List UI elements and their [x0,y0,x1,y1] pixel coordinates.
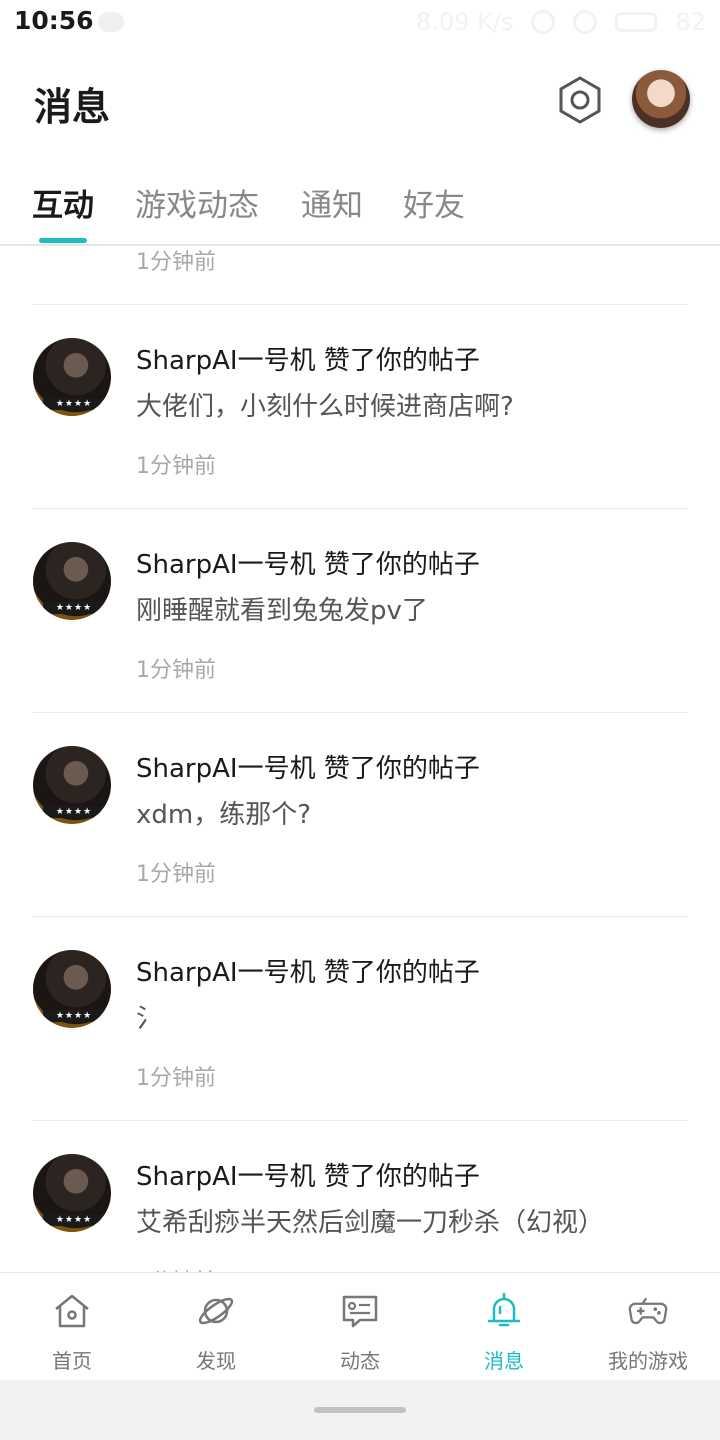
item-content: 艾希刮痧半天然后剑魔一刀秒杀（幻视） [136,1208,605,1238]
nav-discover-label: 发现 [196,1349,236,1373]
nav-my-games-label: 我的游戏 [608,1349,688,1373]
item-actor: SharpAI一号机 赞了你的帖子 [136,958,480,988]
nav-discover[interactable]: 发现 [144,1273,288,1381]
sender-avatar[interactable]: ★★★★ [33,746,111,824]
item-actor: SharpAI一号机 赞了你的帖子 [136,1162,480,1192]
wifi-icon [573,10,598,34]
item-time: 1分钟前 [136,1066,216,1091]
alarm-icon [531,10,556,34]
item-content: xdm，练那个? [136,800,312,830]
tab-interaction[interactable]: 互动 [32,180,94,225]
status-bar: 10:56 8.09 K/s 82 [0,0,720,44]
nav-messages[interactable]: 消息 [432,1273,576,1381]
nav-home[interactable]: 首页 [0,1273,144,1381]
sender-avatar[interactable]: ★★★★ [33,1154,111,1232]
app-header: 消息 [0,44,720,154]
item-actor: SharpAI一号机 赞了你的帖子 [136,754,480,784]
nav-feed[interactable]: 动态 [288,1273,432,1381]
tab-bar: 互动 游戏动态 通知 好友 [0,170,720,246]
list-item[interactable]: ★★★★ SharpAI一号机 赞了你的帖子 氵 1分钟前 [0,916,720,1120]
list-item[interactable]: ★★★★ SharpAI一号机 赞了你的帖子 刚睡醒就看到兔兔发pv了 1分钟前 [0,508,720,712]
sender-avatar[interactable]: ★★★★ [33,338,111,416]
bell-icon [487,1292,521,1327]
nav-messages-label: 消息 [484,1349,524,1373]
page-title: 消息 [34,85,111,129]
active-tab-indicator [39,238,87,243]
list-item[interactable]: ★★★★ SharpAI一号机 赞了你的帖子 艾希刮痧半天然后剑魔一刀秒杀（幻视… [0,1120,720,1272]
item-time: 1分钟前 [136,454,216,479]
home-indicator[interactable] [314,1407,406,1413]
item-content: 刚睡醒就看到兔兔发pv了 [136,596,428,626]
planet-icon [198,1297,234,1325]
nav-my-games[interactable]: 我的游戏 [576,1273,720,1381]
item-time: 1分钟前 [136,1264,216,1272]
notification-dot-icon [98,12,124,32]
list-item[interactable]: ★★★★ SharpAI一号机 赞了你的帖子 大佬们，小刻什么时候进商店啊? 1… [0,304,720,508]
network-speed: 8.09 K/s [416,8,514,36]
settings-hex-icon[interactable] [556,76,604,124]
nav-home-label: 首页 [52,1349,92,1373]
item-time: 1分钟前 [136,862,216,887]
item-actor: SharpAI一号机 赞了你的帖子 [136,346,480,376]
status-indicators: 8.09 K/s 82 [416,8,706,36]
bottom-nav: 首页 发现 动态 消息 我的游戏 [0,1272,720,1381]
chat-card-icon [342,1295,378,1328]
tab-friends[interactable]: 好友 [403,180,465,225]
home-icon [55,1294,89,1328]
user-avatar[interactable] [632,70,690,128]
tab-notices[interactable]: 通知 [301,180,363,225]
sender-avatar[interactable]: ★★★★ [33,950,111,1028]
sender-avatar[interactable]: ★★★★ [33,542,111,620]
status-time: 10:56 [14,6,94,35]
gamepad-icon [628,1297,668,1325]
item-time: 1分钟前 [136,250,216,275]
list-item[interactable]: ★★★★ SharpAI一号机 赞了你的帖子 xdm，练那个? 1分钟前 [0,712,720,916]
item-content: 大佬们，小刻什么时候进商店啊? [136,392,514,422]
item-content: 氵 [136,1004,163,1034]
gesture-bar-area [0,1380,720,1440]
item-time: 1分钟前 [136,658,216,683]
battery-level: 82 [675,8,706,36]
notification-list[interactable]: 1分钟前 ★★★★ SharpAI一号机 赞了你的帖子 大佬们，小刻什么时候进商… [0,246,720,1272]
nav-feed-label: 动态 [340,1349,380,1373]
item-actor: SharpAI一号机 赞了你的帖子 [136,550,480,580]
battery-icon [615,12,658,32]
tab-game-updates[interactable]: 游戏动态 [135,180,259,225]
